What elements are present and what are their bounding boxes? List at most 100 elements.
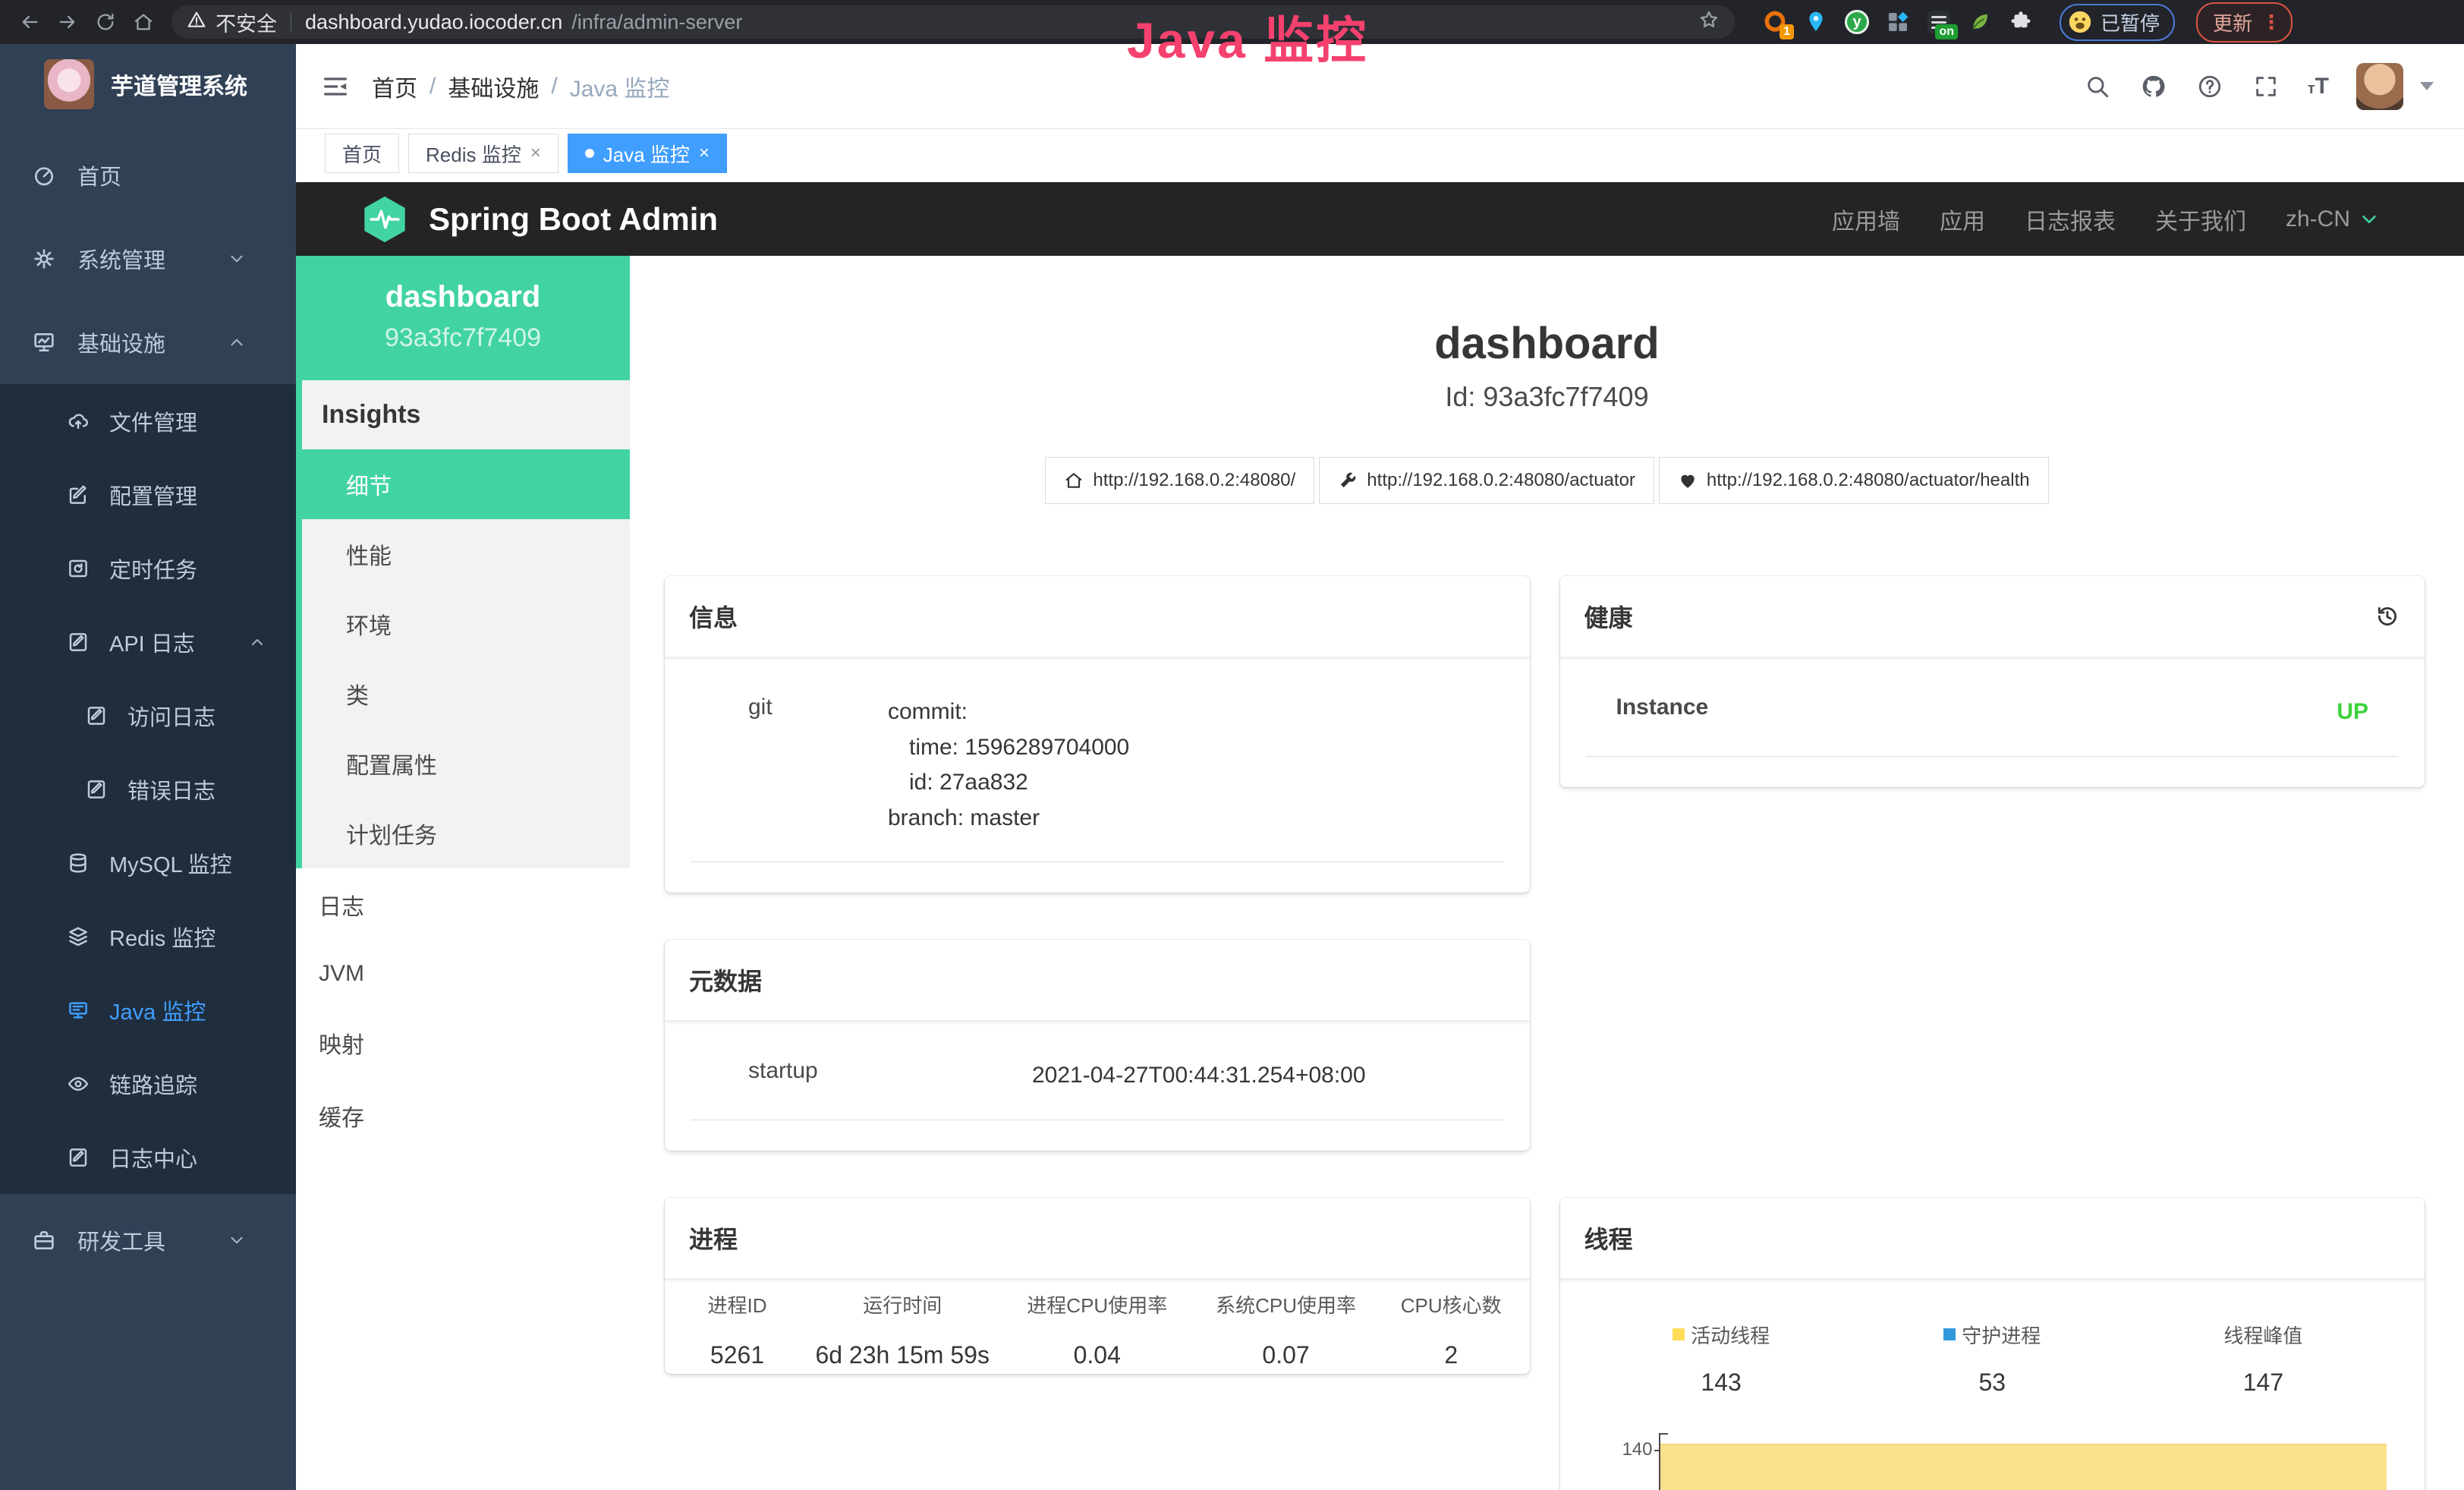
insight-item-metrics[interactable]: 性能 [302, 519, 630, 589]
sidebar-item-log-center[interactable]: 日志中心 [0, 1120, 296, 1194]
live-threads-area [1660, 1444, 2387, 1490]
timer-icon [67, 557, 90, 580]
chevron-up-icon [246, 633, 269, 651]
sidebar-item-home[interactable]: 首页 [0, 134, 296, 217]
sba-nav-journal[interactable]: 日志报表 [2025, 203, 2116, 236]
instance-header[interactable]: dashboard 93a3fc7f7409 [296, 256, 630, 380]
health-url-button[interactable]: http://192.168.0.2:48080/actuator/health [1659, 457, 2049, 504]
sidebar-item-mysql-monitor[interactable]: MySQL 监控 [0, 826, 296, 899]
tag-bar: 首页 Redis 监控 × Java 监控 × [296, 129, 2464, 182]
font-size-icon[interactable]: тT [2308, 74, 2329, 99]
close-icon[interactable]: × [530, 143, 541, 164]
user-avatar[interactable] [2356, 63, 2403, 110]
sidebar-item-dev-tools[interactable]: 研发工具 [0, 1199, 296, 1282]
nav-item-logs[interactable]: 日志 [296, 868, 630, 941]
tab-redis-monitor[interactable]: Redis 监控 × [408, 134, 559, 173]
paused-chip[interactable]: 已暂停 [2060, 4, 2175, 41]
update-button[interactable]: 更新 ⋮ [2196, 2, 2292, 43]
bookmark-star-icon[interactable] [1698, 9, 1720, 36]
chevron-down-icon [2358, 208, 2381, 231]
extension-circle-icon[interactable]: 1 [1762, 9, 1788, 35]
instance-links: http://192.168.0.2:48080/ http://192.168… [630, 457, 2464, 504]
kebab-menu-icon[interactable]: ⋮ [2261, 11, 2282, 34]
health-card: 健康 Instance UP [1560, 576, 2425, 787]
sba-nav-applications[interactable]: 应用 [1940, 203, 1985, 236]
extensions-puzzle-icon[interactable] [2008, 9, 2034, 35]
sidebar-item-api-log[interactable]: API 日志 [0, 605, 296, 679]
sba-nav-wallboard[interactable]: 应用墙 [1832, 203, 1900, 236]
actuator-url-button[interactable]: http://192.168.0.2:48080/actuator [1319, 457, 1654, 504]
breadcrumb-infra[interactable]: 基础设施 [448, 70, 539, 103]
nav-item-mappings[interactable]: 映射 [296, 1006, 630, 1079]
sidebar: 芋道管理系统 首页 系统管理 基础设施 [0, 44, 296, 1490]
insight-item-classes[interactable]: 类 [302, 659, 630, 729]
eye-icon [67, 1073, 90, 1095]
sidebar-item-tracing[interactable]: 链路追踪 [0, 1047, 296, 1120]
extension-pin-icon[interactable] [1803, 9, 1829, 35]
close-icon[interactable]: × [699, 143, 710, 164]
briefcase-icon [32, 1228, 56, 1252]
avatar-caret-icon[interactable] [2420, 82, 2434, 90]
not-secure-icon [187, 10, 206, 35]
locale-select[interactable]: zh-CN [2286, 206, 2381, 232]
sba-nav-about[interactable]: 关于我们 [2155, 203, 2246, 236]
sidebar-item-config-manage[interactable]: 配置管理 [0, 458, 296, 531]
app-logo [44, 59, 94, 109]
sidebar-item-system[interactable]: 系统管理 [0, 217, 296, 301]
update-label: 更新 [2213, 8, 2252, 36]
sba-logo-icon[interactable] [360, 195, 409, 244]
system-cpu-value: 0.07 [1191, 1341, 1380, 1369]
tab-java-monitor[interactable]: Java 监控 × [568, 134, 727, 173]
insight-item-config-props[interactable]: 配置属性 [302, 729, 630, 799]
peak-threads-value: 147 [2128, 1369, 2399, 1397]
sidebar-item-infra[interactable]: 基础设施 [0, 301, 296, 384]
insight-item-scheduled-tasks[interactable]: 计划任务 [302, 799, 630, 868]
nav-item-jvm[interactable]: JVM [296, 941, 630, 1006]
instance-id-line: Id: 93a3fc7f7409 [630, 381, 2464, 413]
browser-home-icon[interactable] [127, 6, 159, 38]
insight-item-environment[interactable]: 环境 [302, 589, 630, 659]
help-icon[interactable] [2195, 72, 2224, 101]
github-icon[interactable] [2139, 72, 2168, 101]
extension-grid-icon[interactable] [1885, 9, 1911, 35]
extension-leaf-icon[interactable] [1967, 9, 1993, 35]
gear-icon [32, 247, 56, 271]
browser-reload-icon[interactable] [90, 6, 121, 38]
process-card: 进程 进程ID 运行时间 进程CPU使用率 系统CPU使用率 CPU核心数 [665, 1198, 1530, 1374]
tab-home[interactable]: 首页 [325, 134, 399, 173]
extension-y-icon[interactable]: y [1844, 9, 1870, 35]
url-host[interactable]: dashboard.yudao.iocoder.cn [305, 11, 562, 34]
home-icon [1064, 471, 1084, 490]
sidebar-item-java-monitor[interactable]: Java 监控 [0, 973, 296, 1047]
browser-back-icon[interactable] [14, 6, 46, 38]
page-annotation: Java 监控 [1127, 0, 1368, 73]
hamburger-icon[interactable] [319, 70, 352, 103]
sidebar-item-file-manage[interactable]: 文件管理 [0, 384, 296, 458]
breadcrumb-home[interactable]: 首页 [372, 70, 417, 103]
log-icon [67, 631, 90, 654]
sidebar-logo-row[interactable]: 芋道管理系统 [0, 44, 296, 117]
health-card-title: 健康 [1584, 599, 1633, 634]
sba-brand[interactable]: Spring Boot Admin [429, 201, 718, 238]
search-icon[interactable] [2083, 72, 2112, 101]
sidebar-item-redis-monitor[interactable]: Redis 监控 [0, 899, 296, 973]
health-instance-label: Instance [1586, 695, 1783, 730]
address-bar[interactable]: 不安全 dashboard.yudao.iocoder.cn/infra/adm… [172, 5, 1735, 39]
fullscreen-icon[interactable] [2252, 72, 2280, 101]
threads-legend: 活动线程 143 守护进程 53 线程峰值 14 [1586, 1321, 2399, 1397]
process-value-row: 5261 6d 23h 15m 59s 0.04 0.07 2 [672, 1318, 1522, 1369]
sidebar-item-scheduled-jobs[interactable]: 定时任务 [0, 531, 296, 605]
service-url-button[interactable]: http://192.168.0.2:48080/ [1045, 457, 1314, 504]
screen: 不安全 dashboard.yudao.iocoder.cn/infra/adm… [0, 0, 2464, 1490]
extension-list-icon[interactable]: on [1926, 9, 1952, 35]
history-icon[interactable] [2374, 603, 2400, 629]
paused-label: 已暂停 [2101, 8, 2160, 36]
health-instance-row[interactable]: Instance UP [1586, 695, 2399, 757]
browser-forward-icon[interactable] [52, 6, 83, 38]
sidebar-item-error-log[interactable]: 错误日志 [0, 752, 296, 826]
instance-id: 93a3fc7f7409 [296, 323, 630, 353]
nav-item-caches[interactable]: 缓存 [296, 1079, 630, 1152]
insight-item-details[interactable]: 细节 [302, 449, 630, 519]
sidebar-item-access-log[interactable]: 访问日志 [0, 679, 296, 752]
security-label[interactable]: 不安全 [216, 8, 277, 37]
